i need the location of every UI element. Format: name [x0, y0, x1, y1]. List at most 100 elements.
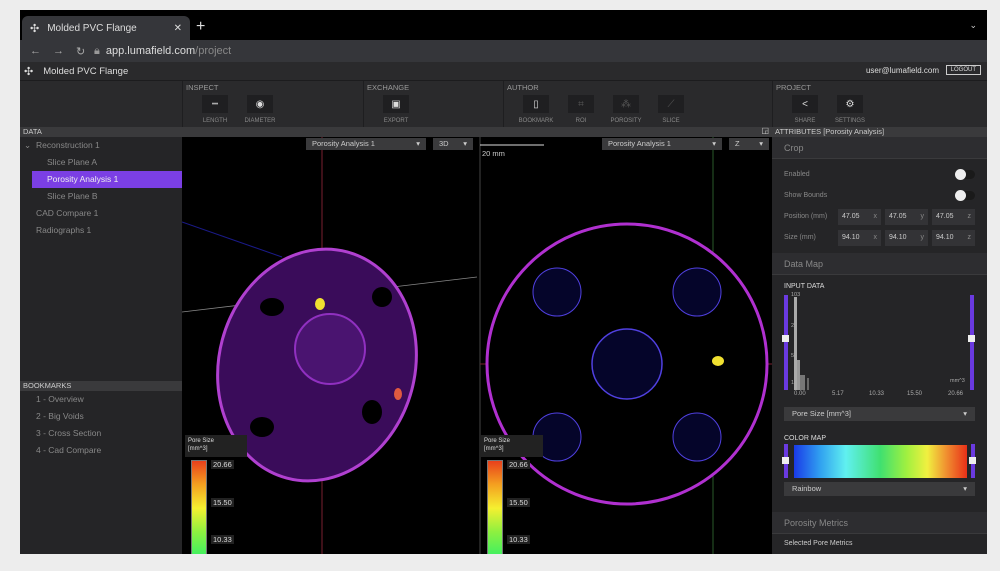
size-z-input[interactable]: 94.10 z — [932, 229, 975, 246]
position-x-input[interactable]: 47.05 x — [838, 208, 881, 225]
slider-handle[interactable] — [782, 457, 789, 464]
position-z-input[interactable]: 47.05 z — [932, 208, 975, 225]
legend-gradient — [191, 460, 207, 554]
reload-icon[interactable]: ↻ — [76, 45, 85, 58]
length-icon: ┅ — [202, 95, 228, 113]
tree-item-reconstruction[interactable]: ⌄ Reconstruction 1 — [20, 137, 182, 154]
roi-button[interactable]: ⌗ ROI — [566, 95, 596, 124]
logout-button[interactable]: LOGOUT — [945, 65, 981, 75]
author-section: AUTHOR ▯ BOOKMARK ⌗ ROI ⁂ POROSITY ⟋ SLICE — [503, 81, 772, 128]
caret-down-icon: ▾ — [463, 139, 467, 148]
size-y-input[interactable]: 94.10 y — [885, 229, 928, 246]
right-dataset-dropdown[interactable]: Porosity Analysis 1 ▾ — [602, 138, 722, 150]
diameter-icon: ◉ — [247, 95, 273, 113]
crop-icon: ⌗ — [568, 95, 594, 113]
project-section: PROJECT < SHARE ⚙ SETTINGS — [772, 81, 987, 128]
slider-handle[interactable] — [782, 335, 789, 342]
pore-size-legend: Pore Size [mm^3] 20.66 15.50 10.33 — [481, 435, 543, 554]
share-icon: < — [792, 95, 818, 113]
crop-section-header[interactable]: Crop — [772, 137, 987, 159]
address-bar: ←→↻ 🔒︎ app.lumafield.com/project ⇪☆✱●⋮ — [20, 40, 987, 554]
lock-icon: 🔒︎ — [94, 44, 100, 57]
diameter-button[interactable]: ◉ DIAMETER — [245, 95, 276, 124]
viewport[interactable]: ◲ 20 mm Porosity Analysis 1 ▾ 3D ▾ Porosit… — [182, 126, 772, 554]
browser-window: ✣ Molded PVC Flange ✕ + ⌄ ← → ↻ 🔒︎ app.lum… — [20, 10, 987, 554]
new-tab-button[interactable]: + — [196, 18, 205, 36]
property-dropdown[interactable]: Pore Size [mm^3] ▾ — [784, 407, 975, 421]
axis-dropdown[interactable]: Z ▾ — [729, 138, 769, 150]
tree-item-slice-plane-a[interactable]: Slice Plane A — [20, 154, 182, 171]
share-button[interactable]: < SHARE — [790, 95, 820, 124]
caret-down-icon: ▾ — [712, 139, 716, 148]
export-icon: ▣ — [383, 95, 409, 113]
pore-large — [394, 388, 402, 400]
histogram-bar — [800, 375, 805, 390]
porosity-metrics-header[interactable]: Porosity Metrics — [772, 512, 987, 534]
export-button[interactable]: ▣ EXPORT — [381, 95, 411, 124]
tree-item-radiographs[interactable]: Radiographs 1 — [20, 222, 182, 239]
bookmark-item[interactable]: 1 - Overview — [20, 391, 182, 408]
data-header: DATA — [20, 127, 182, 137]
position-y-input[interactable]: 47.05 y — [885, 208, 928, 225]
bookmark-item[interactable]: 4 - Cad Compare — [20, 442, 182, 459]
lumafield-logo-icon: ✣ — [30, 22, 40, 35]
attributes-header: ATTRIBUTES [Porosity Analysis] — [772, 127, 987, 137]
slice-button[interactable]: ⟋ SLICE — [656, 95, 686, 124]
bookmark-button[interactable]: ▯ BOOKMARK — [519, 95, 553, 124]
tab-bar: ✣ Molded PVC Flange ✕ + ⌄ — [20, 10, 987, 40]
slice-bore — [591, 328, 663, 400]
slider-handle[interactable] — [969, 457, 976, 464]
bookmark-item[interactable]: 3 - Cross Section — [20, 425, 182, 442]
scale-label: 20 mm — [482, 149, 505, 158]
user-email: user@lumafield.com — [865, 66, 939, 75]
length-button[interactable]: ┅ LENGTH — [200, 95, 230, 124]
tab-title: Molded PVC Flange — [47, 22, 137, 34]
bolt-hole — [372, 287, 392, 307]
app-header: ✣ Molded PVC Flange user@lumafield.com L… — [20, 62, 987, 80]
enabled-toggle[interactable] — [955, 169, 975, 180]
tree-item-slice-plane-b[interactable]: Slice Plane B — [20, 188, 182, 205]
view-mode-dropdown[interactable]: 3D ▾ — [433, 138, 473, 150]
colormap-dropdown[interactable]: Rainbow ▾ — [784, 482, 975, 496]
caret-down-icon: ▾ — [416, 139, 420, 148]
range-slider-max[interactable] — [970, 295, 974, 390]
left-panel: DATA ⌄ Reconstruction 1 Slice Plane A Por… — [20, 127, 182, 554]
range-slider-min[interactable] — [784, 295, 788, 390]
bolt-hole — [260, 298, 284, 316]
slider-handle[interactable] — [968, 335, 975, 342]
color-map-editor[interactable] — [772, 442, 987, 478]
slice-hole — [672, 412, 722, 462]
project-title: Molded PVC Flange — [43, 65, 129, 77]
tab-menu-icon[interactable]: ⌄ — [969, 20, 977, 31]
colormap-gradient — [794, 445, 967, 478]
browser-tab[interactable]: ✣ Molded PVC Flange ✕ — [22, 16, 190, 40]
chevron-down-icon[interactable]: ⌄ — [24, 137, 31, 154]
legend-gradient — [487, 460, 503, 554]
show-bounds-toggle[interactable] — [955, 190, 975, 201]
gear-icon: ⚙ — [837, 95, 863, 113]
bolt-hole — [250, 417, 274, 437]
porosity-button[interactable]: ⁂ POROSITY — [611, 95, 642, 124]
caret-down-icon: ▾ — [963, 409, 967, 418]
close-tab-icon[interactable]: ✕ — [174, 23, 182, 34]
flange-bore — [294, 313, 366, 385]
caret-down-icon: ▾ — [963, 484, 967, 493]
volume-render[interactable]: 20 mm — [182, 127, 772, 554]
back-icon[interactable]: ← — [30, 45, 41, 58]
tree-item-cad-compare[interactable]: CAD Compare 1 — [20, 205, 182, 222]
bookmark-item[interactable]: 2 - Big Voids — [20, 408, 182, 425]
pore-large — [315, 298, 325, 310]
url-field[interactable]: app.lumafield.com/project — [106, 45, 231, 57]
left-dataset-dropdown[interactable]: Porosity Analysis 1 ▾ — [306, 138, 426, 150]
slice-plane-line — [182, 221, 283, 258]
pore-large — [712, 356, 724, 366]
settings-button[interactable]: ⚙ SETTINGS — [835, 95, 865, 124]
selected-pore-metrics: Selected Pore Metrics — [784, 540, 853, 547]
size-x-input[interactable]: 94.10 x — [838, 229, 881, 246]
tree-item-porosity-analysis[interactable]: Porosity Analysis 1 — [32, 171, 182, 188]
data-map-header[interactable]: Data Map — [772, 253, 987, 275]
inspect-section: INSPECT ┅ LENGTH ◉ DIAMETER — [182, 81, 363, 128]
bolt-hole — [362, 400, 382, 424]
forward-icon[interactable]: → — [53, 45, 64, 58]
attributes-panel: ATTRIBUTES [Porosity Analysis] Crop Enab… — [772, 127, 987, 554]
